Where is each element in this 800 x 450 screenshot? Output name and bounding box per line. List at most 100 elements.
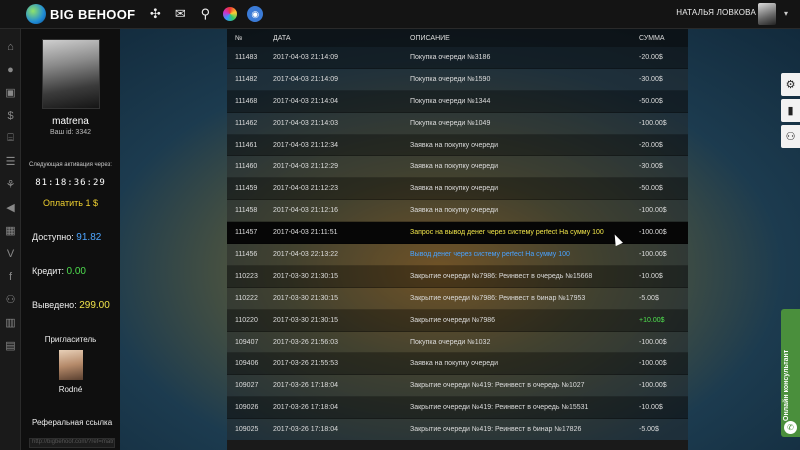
cell-description[interactable]: Вывод денег через систему perfect На сум… bbox=[410, 251, 639, 258]
table-row[interactable]: 111468 2017-04-03 21:14:04 Покупка очереди… bbox=[227, 90, 688, 113]
cell-description: Заявка на покупку очереди bbox=[410, 207, 498, 215]
gift-icon[interactable]: ▦ bbox=[0, 219, 21, 242]
top-icons: ✣ ✉ ⚲ ◉ bbox=[147, 6, 264, 22]
referral-link-field[interactable]: http://bigbehoof.com/?ref=matrena bbox=[29, 438, 115, 448]
cell-description: Закрытие очереди №7986: Реинвест в бинар… bbox=[410, 294, 586, 302]
crosshair-icon[interactable]: ✣ bbox=[147, 6, 163, 22]
online-consultant-button[interactable]: Онлайн консультант ✆ bbox=[781, 309, 800, 437]
cell-sum: -100.00$ bbox=[639, 360, 667, 368]
table-header: № ДАТА ОПИСАНИЕ СУММА bbox=[227, 29, 688, 47]
table-row[interactable]: 109406 2017-03-26 21:55:53 Заявка на покуп… bbox=[227, 353, 688, 376]
logo-text: BIG BEHOOF bbox=[50, 7, 135, 22]
list-icon[interactable]: ☰ bbox=[0, 150, 21, 173]
group-icon[interactable]: ⚇ bbox=[781, 125, 800, 148]
cell-sum: -100.00$ bbox=[639, 229, 667, 237]
consultant-label: Онлайн консультант bbox=[783, 349, 790, 421]
available-value: 91.82 bbox=[76, 232, 102, 243]
table-row[interactable]: 111458 2017-04-03 21:12:16 Заявка на покуп… bbox=[227, 200, 688, 223]
cell-no: 111461 bbox=[235, 141, 258, 149]
credit-label: Кредит: bbox=[32, 266, 64, 276]
activation-label: Следующая активация через: bbox=[29, 162, 112, 168]
table-row[interactable]: 110222 2017-03-30 21:30:15 Закрытие очеред… bbox=[227, 287, 688, 310]
vk-icon[interactable]: V bbox=[0, 242, 21, 265]
user-name[interactable]: НАТАЛЬЯ ЛОВКОВА bbox=[676, 8, 756, 17]
cell-description: Покупка очереди №1049 bbox=[410, 119, 491, 127]
header-sum[interactable]: СУММА bbox=[639, 35, 688, 42]
cell-date: 2017-04-03 21:14:03 bbox=[273, 119, 338, 127]
header-no[interactable]: № bbox=[227, 35, 273, 42]
pay-link[interactable]: Оплатить 1 $ bbox=[21, 198, 120, 208]
table-row[interactable]: 111483 2017-04-03 21:14:09 Покупка очереди… bbox=[227, 47, 688, 69]
withdrawn-value: 299.00 bbox=[79, 300, 110, 311]
cell-date: 2017-04-03 21:14:04 bbox=[273, 97, 338, 105]
table-row[interactable]: 111456 2017-04-03 22:13:22 Вывод денег чер… bbox=[227, 244, 688, 266]
cell-sum: -5.00$ bbox=[639, 294, 659, 302]
table-row[interactable]: 109026 2017-03-26 17:18:04 Закрытие очеред… bbox=[227, 397, 688, 420]
cell-description: Покупка очереди №3186 bbox=[410, 53, 491, 61]
cell-description: Заявка на покупку очереди bbox=[410, 185, 498, 193]
cell-sum: -50.00$ bbox=[639, 97, 663, 105]
user-icon[interactable]: ● bbox=[0, 58, 21, 81]
table-row[interactable]: 111459 2017-04-03 21:12:23 Заявка на покуп… bbox=[227, 178, 688, 201]
network-icon[interactable]: ⚘ bbox=[0, 173, 21, 196]
header-date[interactable]: ДАТА bbox=[273, 35, 410, 42]
cell-sum: -100.00$ bbox=[639, 250, 667, 258]
round-app-icon[interactable]: ◉ bbox=[247, 6, 264, 22]
user-avatar[interactable] bbox=[758, 3, 776, 25]
cell-no: 110220 bbox=[235, 316, 258, 324]
table-row[interactable]: 109407 2017-03-26 21:56:03 Покупка очереди… bbox=[227, 331, 688, 354]
credit-value: 0.00 bbox=[66, 266, 86, 277]
cell-date: 2017-03-26 17:18:04 bbox=[273, 426, 338, 434]
inviter-avatar[interactable] bbox=[58, 350, 83, 380]
cell-no: 109027 bbox=[235, 382, 259, 390]
cell-date: 2017-04-03 21:11:51 bbox=[273, 229, 338, 237]
people-icon[interactable]: ⚇ bbox=[0, 288, 21, 311]
credit-row: Кредит: 0.00 bbox=[21, 266, 120, 277]
table-row[interactable]: 111482 2017-04-03 21:14:09 Покупка очереди… bbox=[227, 68, 688, 91]
home-icon[interactable]: ⌂ bbox=[0, 35, 21, 58]
cell-no: 109026 bbox=[235, 404, 259, 412]
cell-description: Заявка на покупку очереди bbox=[410, 360, 498, 368]
table-row[interactable]: 109025 2017-03-26 17:18:04 Закрытие очеред… bbox=[227, 419, 688, 442]
logo[interactable]: BIG BEHOOF bbox=[26, 4, 135, 24]
cell-no: 111483 bbox=[235, 53, 258, 61]
table-row[interactable]: 109027 2017-03-26 17:18:04 Закрытие очеред… bbox=[227, 375, 688, 398]
wheel-icon[interactable] bbox=[222, 6, 238, 22]
megaphone-icon[interactable]: ◀ bbox=[0, 196, 21, 219]
document-icon[interactable]: ▤ bbox=[0, 334, 21, 357]
cell-description: Закрытие очереди №419: Реинвест в очеред… bbox=[410, 404, 589, 412]
inviter-label: Пригласитель bbox=[44, 335, 97, 344]
activation-timer: 81:18:36:29 bbox=[35, 178, 106, 188]
cell-no: 110222 bbox=[235, 294, 258, 302]
logo-behoof: BEHOOF bbox=[77, 6, 136, 22]
cell-no: 110223 bbox=[235, 272, 258, 280]
table-row[interactable]: 110220 2017-03-30 21:30:15 Закрытие очеред… bbox=[227, 309, 688, 332]
cell-sum: -10.00$ bbox=[639, 272, 663, 280]
cell-sum: -100.00$ bbox=[639, 119, 667, 127]
cell-date: 2017-03-30 21:30:15 bbox=[273, 294, 338, 302]
cell-date: 2017-04-03 22:13:22 bbox=[273, 250, 338, 258]
cell-date: 2017-03-26 21:56:03 bbox=[273, 338, 338, 346]
money-bag-icon[interactable]: $ bbox=[0, 104, 21, 127]
inviter-name[interactable]: Rodné bbox=[21, 385, 120, 394]
cell-no: 109025 bbox=[235, 426, 259, 434]
briefcase-icon[interactable]: ▣ bbox=[0, 81, 21, 104]
bank-icon[interactable]: ⌸ bbox=[0, 127, 21, 150]
gear-icon[interactable]: ⚙ bbox=[781, 73, 800, 96]
table-row[interactable]: 111461 2017-04-03 21:12:34 Заявка на покуп… bbox=[227, 134, 688, 157]
horizontal-scrollbar[interactable] bbox=[227, 440, 688, 450]
search-icon[interactable]: ⚲ bbox=[197, 6, 213, 22]
cell-sum: -20.00$ bbox=[639, 141, 663, 149]
table-row[interactable]: 111460 2017-04-03 21:12:29 Заявка на покуп… bbox=[227, 156, 688, 179]
cell-date: 2017-04-03 21:14:09 bbox=[273, 53, 338, 61]
header-description[interactable]: ОПИСАНИЕ bbox=[410, 35, 639, 42]
chart-icon[interactable]: ▥ bbox=[0, 311, 21, 334]
mail-icon[interactable]: ✉ bbox=[172, 6, 188, 22]
table-row[interactable]: 111462 2017-04-03 21:14:03 Покупка очереди… bbox=[227, 112, 688, 135]
cell-sum: -100.00$ bbox=[639, 207, 667, 215]
table-row[interactable]: 110223 2017-03-30 21:30:15 Закрытие очеред… bbox=[227, 265, 688, 288]
flag-icon[interactable]: ▮ bbox=[781, 99, 800, 122]
cell-date: 2017-03-26 17:18:04 bbox=[273, 382, 338, 390]
facebook-icon[interactable]: f bbox=[0, 265, 21, 288]
chevron-down-icon[interactable]: ▾ bbox=[784, 9, 788, 18]
